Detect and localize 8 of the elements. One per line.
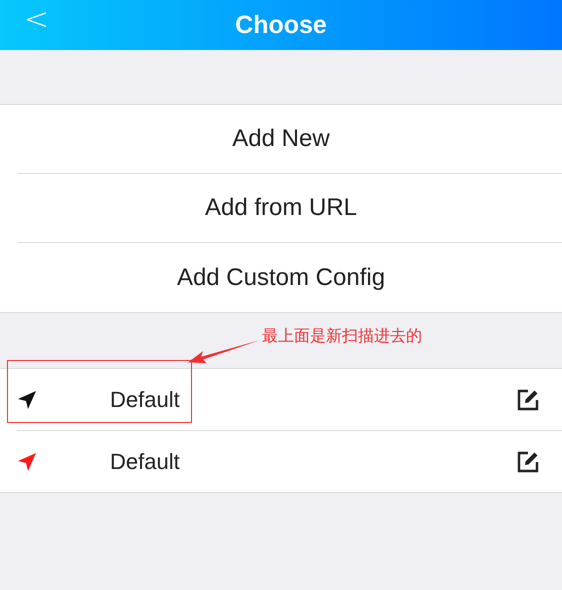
edit-icon[interactable] (516, 450, 540, 474)
config-row[interactable]: Default (17, 369, 562, 431)
config-name: Default (110, 448, 180, 474)
annotation-text: 最上面是新扫描进去的 (262, 326, 422, 347)
edit-icon[interactable] (516, 388, 540, 412)
screen-title: Choose (235, 10, 327, 40)
config-name: Default (110, 386, 180, 412)
config-row[interactable]: Default (17, 431, 562, 492)
